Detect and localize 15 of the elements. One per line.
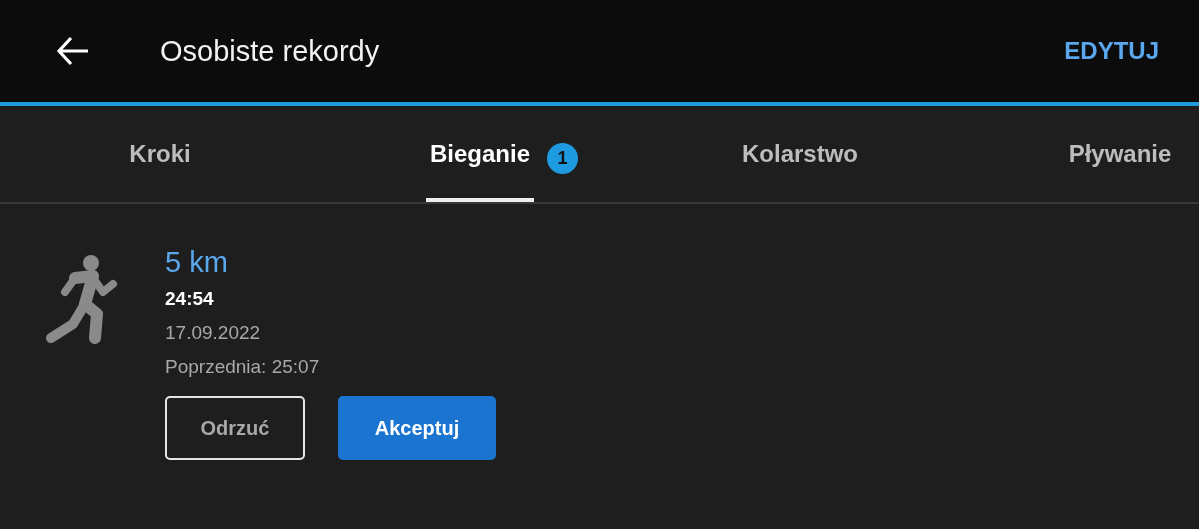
previous-record: Poprzednia: 25:07 — [165, 356, 320, 378]
tab[interactable]: Kroki — [0, 106, 320, 202]
runner-icon — [45, 254, 119, 344]
screen-title: Osobiste rekordy — [160, 34, 381, 68]
accept-button[interactable]: Akceptuj — [338, 396, 496, 460]
reject-button[interactable]: Odrzuć — [165, 396, 305, 460]
record-time: 24:54 — [165, 288, 214, 310]
tab[interactable]: Pływanie — [960, 106, 1199, 202]
record-distance: 5 km — [165, 245, 228, 280]
record-date: 17.09.2022 — [165, 322, 261, 344]
back-arrow-icon[interactable] — [56, 36, 90, 66]
edit-link[interactable]: EDYTUJ — [1064, 37, 1159, 65]
count-badge: 1 — [547, 143, 578, 174]
tab[interactable]: Bieganie 1 — [320, 106, 640, 202]
tab[interactable]: Kolarstwo — [640, 106, 960, 202]
